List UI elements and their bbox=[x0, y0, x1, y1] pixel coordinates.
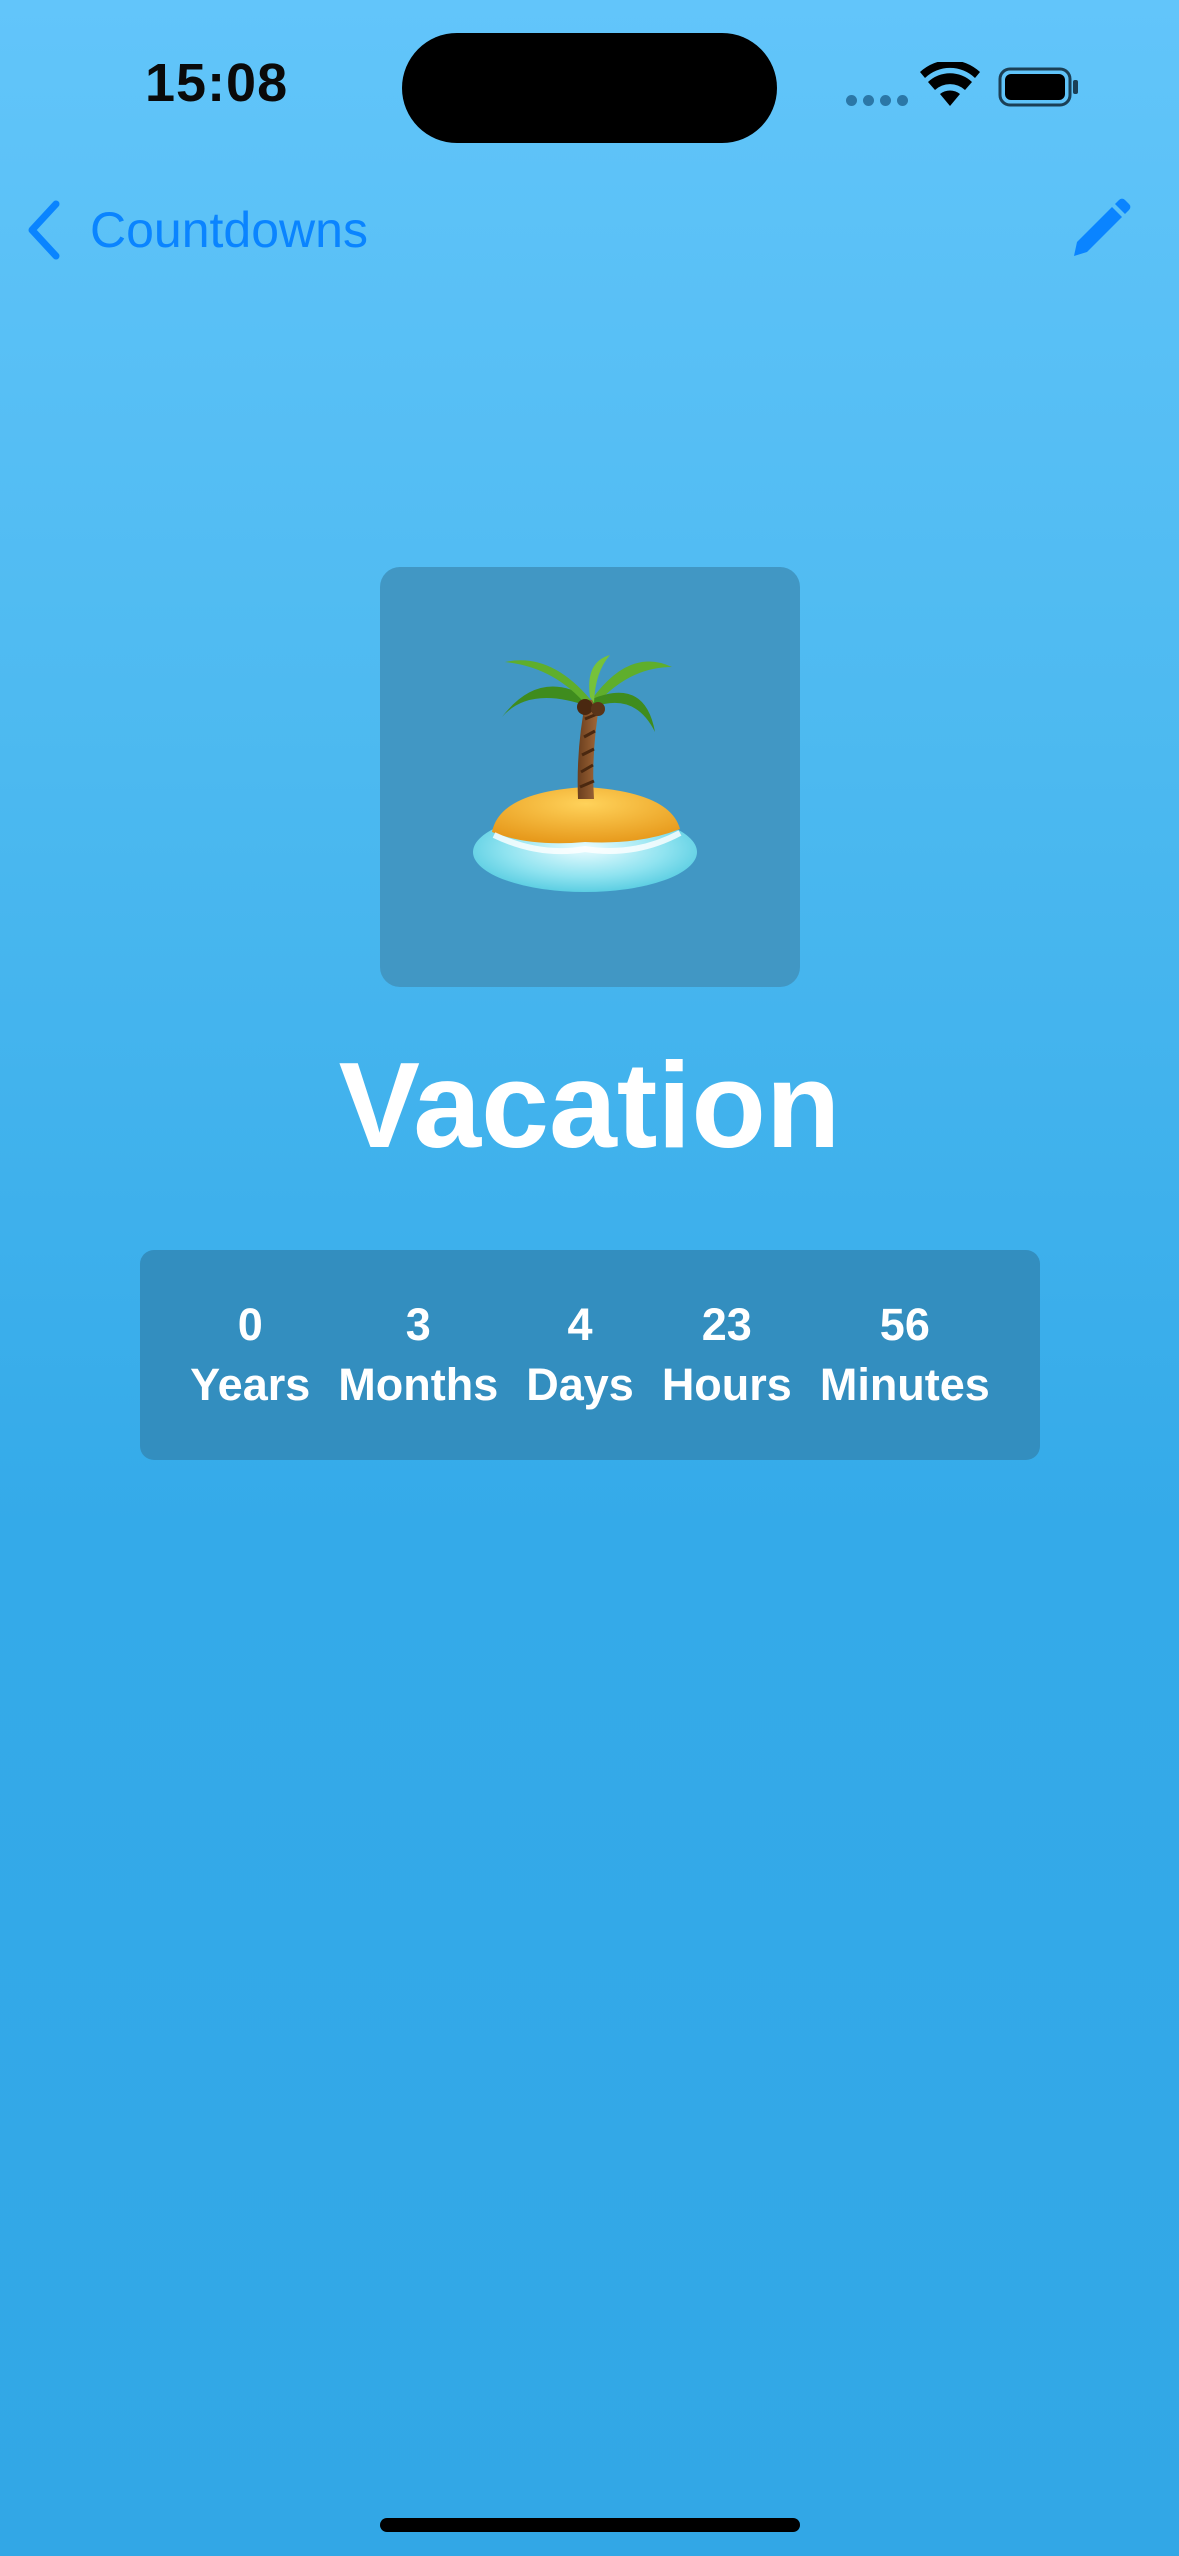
countdown-minutes: 56 Minutes bbox=[820, 1295, 990, 1415]
cellular-signal-icon bbox=[846, 95, 908, 106]
countdown-unit: Minutes bbox=[819, 1359, 990, 1410]
status-time: 15:08 bbox=[145, 53, 289, 113]
dynamic-island bbox=[402, 33, 777, 143]
countdown-panel: 0 Years 3 Months 4 Days 23 Hours 56 Minu… bbox=[140, 1250, 1040, 1460]
back-button[interactable]: Countdowns bbox=[22, 190, 368, 270]
countdown-years: 0 Years bbox=[190, 1295, 310, 1415]
countdown-unit: Years bbox=[190, 1359, 311, 1410]
countdown-days: 4 Days bbox=[526, 1295, 634, 1415]
countdown-value: 23 bbox=[701, 1299, 752, 1350]
countdown-hours: 23 Hours bbox=[662, 1295, 792, 1415]
home-indicator[interactable] bbox=[380, 2518, 800, 2532]
desert-island-icon bbox=[473, 655, 697, 892]
chevron-left-icon bbox=[28, 200, 60, 260]
countdown-unit: Days bbox=[526, 1359, 634, 1410]
pencil-icon bbox=[1074, 198, 1131, 256]
event-icon-tile bbox=[380, 567, 800, 987]
battery-icon bbox=[998, 67, 1078, 107]
edit-button[interactable] bbox=[1062, 194, 1132, 264]
event-title: Vacation bbox=[338, 1037, 841, 1173]
countdown-months: 3 Months bbox=[338, 1295, 498, 1415]
wifi-icon bbox=[920, 62, 980, 106]
countdown-value: 56 bbox=[879, 1299, 930, 1350]
countdown-unit: Months bbox=[338, 1359, 499, 1410]
back-button-label: Countdowns bbox=[90, 202, 368, 258]
countdown-value: 0 bbox=[237, 1299, 263, 1350]
countdown-value: 3 bbox=[405, 1299, 431, 1350]
countdown-unit: Hours bbox=[661, 1359, 792, 1410]
countdown-value: 4 bbox=[567, 1299, 593, 1350]
